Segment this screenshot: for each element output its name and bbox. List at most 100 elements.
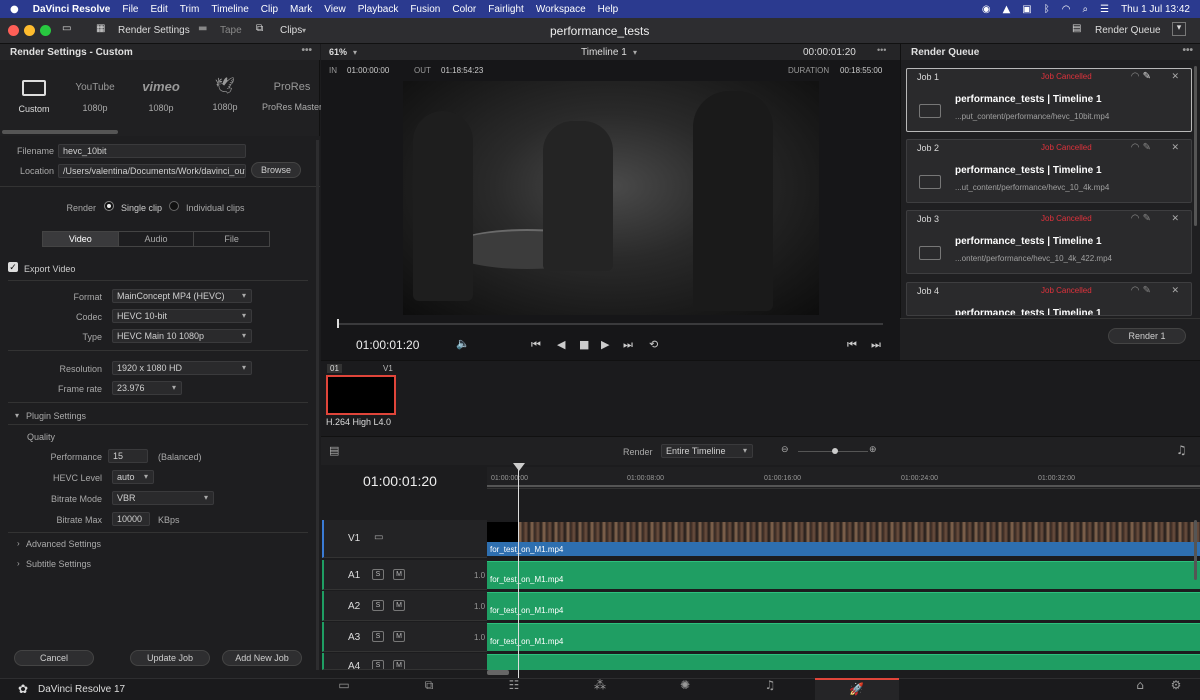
wifi-icon[interactable]: ◠ [1062,4,1071,15]
menu-timeline[interactable]: Timeline [211,4,248,15]
subtitle-settings-toggle[interactable]: Subtitle Settings [26,559,91,569]
chevron-right-icon[interactable]: › [17,539,20,548]
deliver-page-tab[interactable]: 🚀 [815,678,899,700]
resolution-select[interactable]: 1920 x 1080 HD ▾ [112,361,252,375]
update-job-button[interactable]: Update Job [130,650,210,666]
type-select[interactable]: HEVC Main 10 1080p ▾ [112,329,252,343]
timeline-playhead[interactable] [518,466,519,678]
bluetooth-icon[interactable]: ᛒ [1044,4,1050,15]
skip-to-start-icon[interactable]: ⏮ [531,338,541,352]
render-range-select[interactable]: Entire Timeline ▾ [661,444,753,458]
edit-icon[interactable]: ✎ [1143,213,1151,224]
menu-color[interactable]: Color [452,4,476,15]
tab-file[interactable]: File [193,232,269,246]
solo-button[interactable]: S [372,569,384,580]
audio-clip[interactable]: for_test_on_M1.mp4 [487,623,1200,651]
close-icon[interactable]: ✕ [1171,143,1179,153]
timeline-h-scrollbar[interactable] [487,670,509,675]
minimize-window-button[interactable] [24,25,35,36]
zoom-in-icon[interactable]: ⊕ [869,444,877,455]
loop-icon[interactable]: ⟲ [649,338,658,351]
tab-audio[interactable]: Audio [117,232,194,246]
audio-clip[interactable]: for_test_on_M1.mp4 [487,561,1200,589]
zoom-slider-knob[interactable] [832,448,838,454]
preset-youtube[interactable]: YouTube 1080p [70,76,120,113]
skip-to-end-icon[interactable]: ⏭ [623,338,633,352]
browse-button[interactable]: Browse [251,162,301,178]
clip-thumbnail[interactable] [326,375,396,415]
menu-fusion[interactable]: Fusion [410,4,440,15]
cut-page-icon[interactable]: ⧉ [415,678,443,698]
edit-page-icon[interactable]: ☷ [500,678,528,698]
menu-fairlight[interactable]: Fairlight [488,4,524,15]
zoom-level[interactable]: 61% [329,47,347,57]
close-icon[interactable]: ✕ [1171,214,1179,224]
remote-icon[interactable]: ◠ [1131,71,1140,82]
format-select[interactable]: MainConcept MP4 (HEVC) ▾ [112,289,252,303]
hevc-level-select[interactable]: auto ▾ [112,470,154,484]
mute-button[interactable]: M [393,660,405,669]
audio-icon[interactable]: ♫ [1176,443,1187,457]
chevron-down-icon[interactable]: ▾ [15,411,19,420]
track-header-v1[interactable]: V1 ▭ [322,520,487,558]
tape-icon[interactable]: ▬ [198,23,207,34]
collapse-icon[interactable]: ▾ [1172,22,1186,36]
color-page-icon[interactable]: ✺ [671,678,699,698]
timeline-view-icon[interactable]: ▤ [329,444,339,457]
mute-button[interactable]: M [393,600,405,611]
menu-clip[interactable]: Clip [261,4,278,15]
edit-icon[interactable]: ✎ [1143,71,1151,82]
fairlight-page-icon[interactable]: ♫ [756,678,784,698]
plugin-settings-toggle[interactable]: Plugin Settings [26,411,86,421]
render-queue-icon[interactable]: ▤ [1072,23,1081,34]
audio-clip[interactable]: for_test_on_M1.mp4 [487,592,1200,620]
bitrate-max-field[interactable]: 10000 [112,512,150,526]
track-header-a4[interactable]: A4 S M [322,653,487,670]
clips-toggle[interactable]: Clips [280,25,302,36]
edit-icon[interactable]: ✎ [1143,142,1151,153]
chevron-right-icon[interactable]: › [17,559,20,568]
render-queue-toggle[interactable]: Render Queue [1095,25,1161,36]
tape-toggle[interactable]: Tape [220,25,242,36]
solo-button[interactable]: S [372,631,384,642]
remote-icon[interactable]: ◠ [1131,285,1140,296]
edit-icon[interactable]: ✎ [1143,285,1151,296]
timeline-v-scrollbar[interactable] [1194,520,1197,580]
close-icon[interactable]: ✕ [1171,286,1179,296]
menu-edit[interactable]: Edit [151,4,168,15]
zoom-out-icon[interactable]: ⊖ [781,444,789,455]
scrub-bar[interactable] [337,323,883,325]
codec-select[interactable]: HEVC 10-bit ▾ [112,309,252,323]
clips-icon[interactable]: ⧉ [256,23,263,34]
solo-button[interactable]: S [372,660,384,669]
remote-icon[interactable]: ◠ [1131,142,1140,153]
cone-icon[interactable]: ▲ [1003,4,1011,15]
preset-custom[interactable]: Custom [12,76,56,114]
chevron-down-icon[interactable]: ▾ [633,48,637,57]
control-center-icon[interactable]: ☰ [1100,4,1109,15]
play-reverse-icon[interactable]: ◀ [557,338,565,351]
close-window-button[interactable] [8,25,19,36]
export-video-checkbox[interactable]: ✓ [8,262,18,272]
location-field[interactable]: /Users/valentina/Documents/Work/davinci_… [58,164,246,178]
fusion-page-icon[interactable]: ⁂ [586,678,614,698]
search-icon[interactable]: ⌕ [1082,4,1088,15]
menu-mark[interactable]: Mark [290,4,312,15]
input-source-icon[interactable]: ▣ [1022,4,1031,15]
menu-playback[interactable]: Playback [358,4,399,15]
more-options-icon[interactable]: ••• [877,45,886,55]
track-header-a2[interactable]: A2 S M 1.0 [322,591,487,621]
monitor-icon[interactable]: ▭ [62,23,71,34]
framerate-select[interactable]: 23.976 ▾ [112,381,182,395]
bitrate-mode-select[interactable]: VBR ▾ [112,491,214,505]
track-header-a3[interactable]: A3 S M 1.0 [322,622,487,652]
menu-trim[interactable]: Trim [180,4,200,15]
chevron-down-icon[interactable]: ▾ [353,48,357,57]
track-header-a1[interactable]: A1 S M 1.0 [322,560,487,590]
preset-prores[interactable]: ProRes ProRes Master [262,76,322,112]
render-job[interactable]: Job 2 Job Cancelled ◠ ✎ ✕ performance_te… [906,139,1192,203]
preset-scrollbar[interactable] [2,130,118,134]
timeline-scroll-range[interactable] [487,485,1200,487]
performance-field[interactable]: 15 [108,449,148,463]
close-icon[interactable]: ✕ [1171,72,1179,82]
